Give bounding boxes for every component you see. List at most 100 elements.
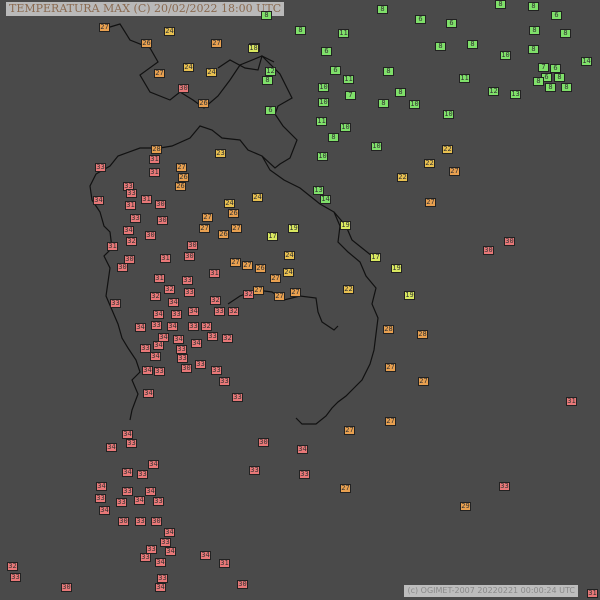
station-temp-143: 33 — [151, 321, 162, 330]
station-temp-103: 31 — [125, 201, 136, 210]
station-temp-10: 6 — [321, 47, 332, 56]
station-temp-45: 10 — [317, 152, 328, 161]
station-temp-154: 34 — [191, 339, 202, 348]
station-temp-119: 31 — [566, 397, 577, 406]
station-temp-31: 11 — [343, 75, 354, 84]
station-temp-98: 30 — [178, 84, 189, 93]
station-temp-191: 33 — [140, 553, 151, 562]
station-temp-57: 19 — [391, 264, 402, 273]
station-temp-181: 34 — [134, 496, 145, 505]
station-temp-42: 8 — [328, 133, 339, 142]
station-temp-141: 32 — [228, 307, 239, 316]
station-temp-155: 34 — [150, 352, 161, 361]
station-temp-79: 26 — [218, 230, 229, 239]
station-temp-18: 6 — [550, 64, 561, 73]
station-temp-37: 8 — [395, 88, 406, 97]
station-temp-161: 33 — [211, 366, 222, 375]
station-temp-76: 27 — [202, 213, 213, 222]
station-temp-117: 30 — [61, 583, 72, 592]
station-temp-95: 27 — [344, 426, 355, 435]
station-temp-55: 17 — [267, 232, 278, 241]
station-temp-127: 34 — [123, 226, 134, 235]
station-temp-8: 8 — [295, 26, 306, 35]
station-temp-54: 19 — [288, 224, 299, 233]
station-temp-135: 33 — [110, 299, 121, 308]
station-temp-82: 27 — [425, 198, 436, 207]
station-temp-170: 34 — [122, 468, 133, 477]
station-temp-50: 22 — [442, 145, 453, 154]
station-temp-53: 19 — [340, 221, 351, 230]
station-temp-39: 6 — [265, 106, 276, 115]
station-temp-74: 24 — [252, 193, 263, 202]
station-temp-28: 12 — [265, 67, 276, 76]
station-temp-94: 27 — [385, 417, 396, 426]
station-temp-107: 31 — [160, 254, 171, 263]
station-temp-9: 11 — [338, 29, 349, 38]
station-temp-186: 30 — [151, 517, 162, 526]
station-temp-40: 11 — [316, 117, 327, 126]
station-temp-171: 33 — [137, 470, 148, 479]
station-temp-84: 27 — [270, 274, 281, 283]
border-east-coast — [333, 211, 373, 257]
station-temp-176: 34 — [96, 482, 107, 491]
station-temp-44: 10 — [371, 142, 382, 151]
station-temp-190: 34 — [165, 547, 176, 556]
station-temp-89: 27 — [290, 288, 301, 297]
station-temp-86: 27 — [230, 258, 241, 267]
station-temp-121: 32 — [7, 562, 18, 571]
station-temp-25: 12 — [488, 87, 499, 96]
station-temp-166: 34 — [122, 430, 133, 439]
station-temp-152: 34 — [153, 341, 164, 350]
station-temp-63: 24 — [164, 27, 175, 36]
credit-label: (c) OGIMET-2007 20220221 00:00:24 UTC — [404, 585, 578, 597]
station-temp-118: 30 — [237, 580, 248, 589]
station-temp-174: 33 — [299, 470, 310, 479]
station-temp-177: 33 — [122, 487, 133, 496]
station-temp-168: 34 — [106, 443, 117, 452]
station-temp-156: 33 — [177, 354, 188, 363]
station-temp-56: 17 — [370, 253, 381, 262]
station-temp-59: 24 — [284, 251, 295, 260]
station-temp-38: 10 — [409, 100, 420, 109]
station-temp-122: 33 — [95, 163, 106, 172]
station-temp-163: 34 — [143, 389, 154, 398]
station-temp-187: 34 — [164, 528, 175, 537]
station-temp-96: 27 — [340, 484, 351, 493]
station-temp-62: 27 — [99, 23, 110, 32]
station-temp-11: 8 — [435, 42, 446, 51]
station-temp-13: 8 — [529, 26, 540, 35]
station-temp-51: 22 — [424, 159, 435, 168]
station-temp-125: 34 — [93, 196, 104, 205]
station-temp-112: 30 — [124, 255, 135, 264]
station-temp-178: 34 — [145, 487, 156, 496]
station-temp-91: 28 — [383, 325, 394, 334]
station-temp-60: 24 — [283, 268, 294, 277]
station-temp-2: 6 — [415, 15, 426, 24]
station-temp-65: 27 — [211, 39, 222, 48]
station-temp-6: 6 — [551, 11, 562, 20]
station-temp-120: 31 — [587, 589, 598, 598]
station-temp-97: 29 — [460, 502, 471, 511]
station-temp-34: 7 — [345, 91, 356, 100]
station-temp-172: 33 — [249, 466, 260, 475]
station-temp-184: 30 — [118, 517, 129, 526]
station-temp-58: 19 — [404, 291, 415, 300]
station-temp-35: 10 — [318, 98, 329, 107]
station-temp-90: 28 — [417, 330, 428, 339]
station-temp-164: 33 — [232, 393, 243, 402]
station-temp-52: 22 — [397, 173, 408, 182]
station-temp-100: 30 — [155, 200, 166, 209]
station-temp-160: 30 — [181, 364, 192, 373]
station-temp-72: 26 — [178, 173, 189, 182]
station-temp-104: 31 — [149, 168, 160, 177]
station-temp-33: 10 — [318, 83, 329, 92]
station-temp-88: 27 — [274, 292, 285, 301]
station-temp-159: 33 — [154, 367, 165, 376]
station-temp-99: 31 — [149, 155, 160, 164]
station-temp-150: 32 — [222, 334, 233, 343]
station-temp-78: 27 — [199, 224, 210, 233]
station-temp-24: 11 — [459, 74, 470, 83]
station-temp-32: 8 — [383, 67, 394, 76]
station-temp-157: 33 — [195, 360, 206, 369]
weather-map[interactable]: TEMPERATURA MAX (C) 20/02/2022 18:00 UTC… — [0, 0, 600, 600]
